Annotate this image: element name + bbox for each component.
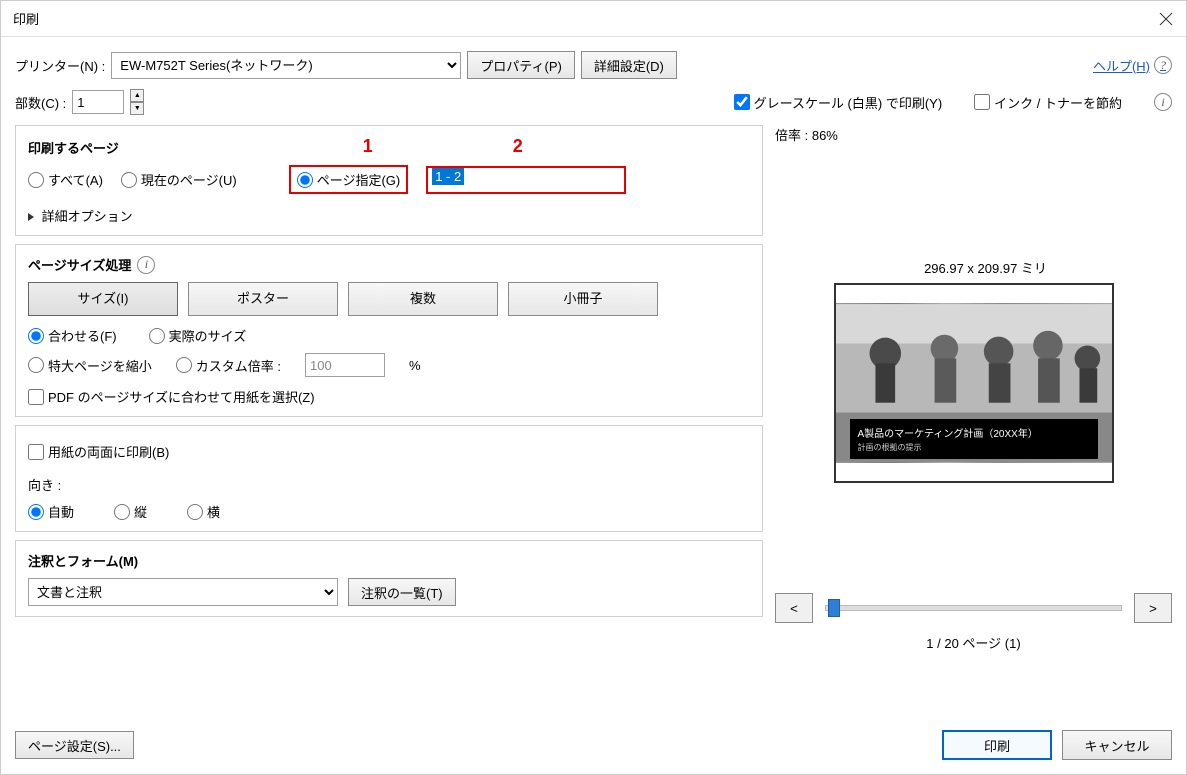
radio-specify-pages[interactable]: ページ指定(G) xyxy=(297,170,401,189)
page-slider[interactable] xyxy=(825,605,1122,611)
page-indicator: 1 / 20 ページ (1) xyxy=(775,633,1172,652)
radio-specify-pages-highlight: ページ指定(G) xyxy=(289,165,409,194)
preview-nav-row: < > xyxy=(775,593,1172,623)
prev-page-button[interactable]: < xyxy=(775,593,813,623)
tab-multiple[interactable]: 複数 xyxy=(348,282,498,316)
pages-to-print-panel: 印刷するページ 1 2 すべて(A) 現在のページ(U) xyxy=(15,125,763,236)
dialog-title: 印刷 xyxy=(13,9,1158,28)
dialog-body: プリンター(N) : EW-M752T Series(ネットワーク) プロパティ… xyxy=(1,37,1186,722)
main-area: 印刷するページ 1 2 すべて(A) 現在のページ(U) xyxy=(15,125,1172,714)
save-ink-check-input[interactable] xyxy=(974,94,990,110)
close-icon[interactable] xyxy=(1158,11,1174,27)
duplex-checkbox[interactable]: 用紙の両面に印刷(B) xyxy=(28,442,169,461)
help-icon: ? xyxy=(1154,56,1172,74)
titlebar: 印刷 xyxy=(1,1,1186,37)
preview-dimensions: 296.97 x 209.97 ミリ xyxy=(799,258,1172,277)
more-options-expander[interactable]: 詳細オプション xyxy=(28,206,750,225)
preview-slide-text: A製品のマーケティング計画（20XX年） 計画の根拠の提示 xyxy=(850,419,1098,459)
copies-spinner: ▲ ▼ xyxy=(130,89,144,115)
copies-up-button[interactable]: ▲ xyxy=(130,89,144,102)
size-options-row2: 特大ページを縮小 カスタム倍率 : % xyxy=(28,353,750,377)
orientation-label: 向き : xyxy=(28,475,750,494)
next-page-button[interactable]: > xyxy=(1134,593,1172,623)
right-column: 倍率 : 86% 296.97 x 209.97 ミリ xyxy=(775,125,1172,714)
radio-orientation-portrait[interactable]: 縦 xyxy=(114,502,147,521)
tab-poster[interactable]: ポスター xyxy=(188,282,338,316)
info-icon[interactable]: i xyxy=(1154,93,1172,111)
printer-row: プリンター(N) : EW-M752T Series(ネットワーク) プロパティ… xyxy=(15,51,1172,79)
radio-custom-scale[interactable]: カスタム倍率 : xyxy=(176,356,281,375)
grayscale-check-input[interactable] xyxy=(734,94,750,110)
radio-actual-size[interactable]: 実際のサイズ xyxy=(149,326,247,345)
page-range-highlight: 1 - 2 xyxy=(426,166,626,194)
expand-right-icon xyxy=(28,213,34,221)
radio-orientation-auto[interactable]: 自動 xyxy=(28,502,74,521)
pages-radio-row: すべて(A) 現在のページ(U) ページ指定(G) xyxy=(28,165,750,194)
print-button[interactable]: 印刷 xyxy=(942,730,1052,760)
cancel-button[interactable]: キャンセル xyxy=(1062,730,1172,760)
left-column: 印刷するページ 1 2 すべて(A) 現在のページ(U) xyxy=(15,125,763,714)
page-sizing-panel: ページサイズ処理 i サイズ(I) ポスター 複数 小冊子 合わせる(F) xyxy=(15,244,763,417)
print-preview: A製品のマーケティング計画（20XX年） 計画の根拠の提示 xyxy=(834,283,1114,483)
printer-label: プリンター(N) : xyxy=(15,56,105,75)
copies-input[interactable] xyxy=(72,90,124,114)
properties-button[interactable]: プロパティ(P) xyxy=(467,51,575,79)
radio-fit[interactable]: 合わせる(F) xyxy=(28,326,117,345)
tab-booklet[interactable]: 小冊子 xyxy=(508,282,658,316)
summarize-comments-button[interactable]: 注釈の一覧(T) xyxy=(348,578,456,606)
info-icon[interactable]: i xyxy=(137,256,155,274)
duplex-orientation-panel: 用紙の両面に印刷(B) 向き : 自動 縦 xyxy=(15,425,763,532)
radio-orientation-landscape[interactable]: 横 xyxy=(187,502,220,521)
radio-all-pages[interactable]: すべて(A) xyxy=(28,170,103,189)
grayscale-checkbox[interactable]: グレースケール (白黒) で印刷(Y) xyxy=(734,93,943,112)
size-tab-row: サイズ(I) ポスター 複数 小冊子 xyxy=(28,282,750,316)
page-range-input[interactable]: 1 - 2 xyxy=(428,168,624,192)
comments-select[interactable]: 文書と注釈 xyxy=(28,578,338,606)
percent-label: % xyxy=(409,358,421,373)
orientation-row: 自動 縦 横 xyxy=(28,502,750,521)
copies-row: 部数(C) : ▲ ▼ グレースケール (白黒) で印刷(Y) インク / トナ… xyxy=(15,89,1172,115)
page-sizing-title: ページサイズ処理 xyxy=(28,255,131,274)
annotation-2: 2 xyxy=(513,136,523,157)
choose-paper-by-pdf-checkbox[interactable]: PDF のページサイズに合わせて用紙を選択(Z) xyxy=(28,387,315,406)
printer-select[interactable]: EW-M752T Series(ネットワーク) xyxy=(111,52,461,79)
bottom-bar: ページ設定(S)... 印刷 キャンセル xyxy=(1,722,1186,774)
copies-label: 部数(C) : xyxy=(15,93,66,112)
slider-thumb[interactable] xyxy=(828,599,840,617)
pages-to-print-title: 印刷するページ xyxy=(28,138,119,157)
zoom-label: 倍率 : 86% xyxy=(775,125,1172,144)
help-link[interactable]: ヘルプ(H) ? xyxy=(1093,56,1172,75)
custom-scale-input xyxy=(305,353,385,377)
tab-size[interactable]: サイズ(I) xyxy=(28,282,178,316)
page-setup-button[interactable]: ページ設定(S)... xyxy=(15,731,134,759)
radio-current-page[interactable]: 現在のページ(U) xyxy=(121,170,237,189)
comments-forms-panel: 注釈とフォーム(M) 文書と注釈 注釈の一覧(T) xyxy=(15,540,763,617)
comments-forms-title: 注釈とフォーム(M) xyxy=(28,551,750,570)
print-dialog: 印刷 プリンター(N) : EW-M752T Series(ネットワーク) プロ… xyxy=(0,0,1187,775)
advanced-settings-button[interactable]: 詳細設定(D) xyxy=(581,51,677,79)
copies-down-button[interactable]: ▼ xyxy=(130,102,144,115)
size-options-row1: 合わせる(F) 実際のサイズ xyxy=(28,326,750,345)
annotation-1: 1 xyxy=(363,136,373,157)
save-ink-checkbox[interactable]: インク / トナーを節約 xyxy=(974,93,1122,112)
radio-shrink-oversized[interactable]: 特大ページを縮小 xyxy=(28,356,152,375)
